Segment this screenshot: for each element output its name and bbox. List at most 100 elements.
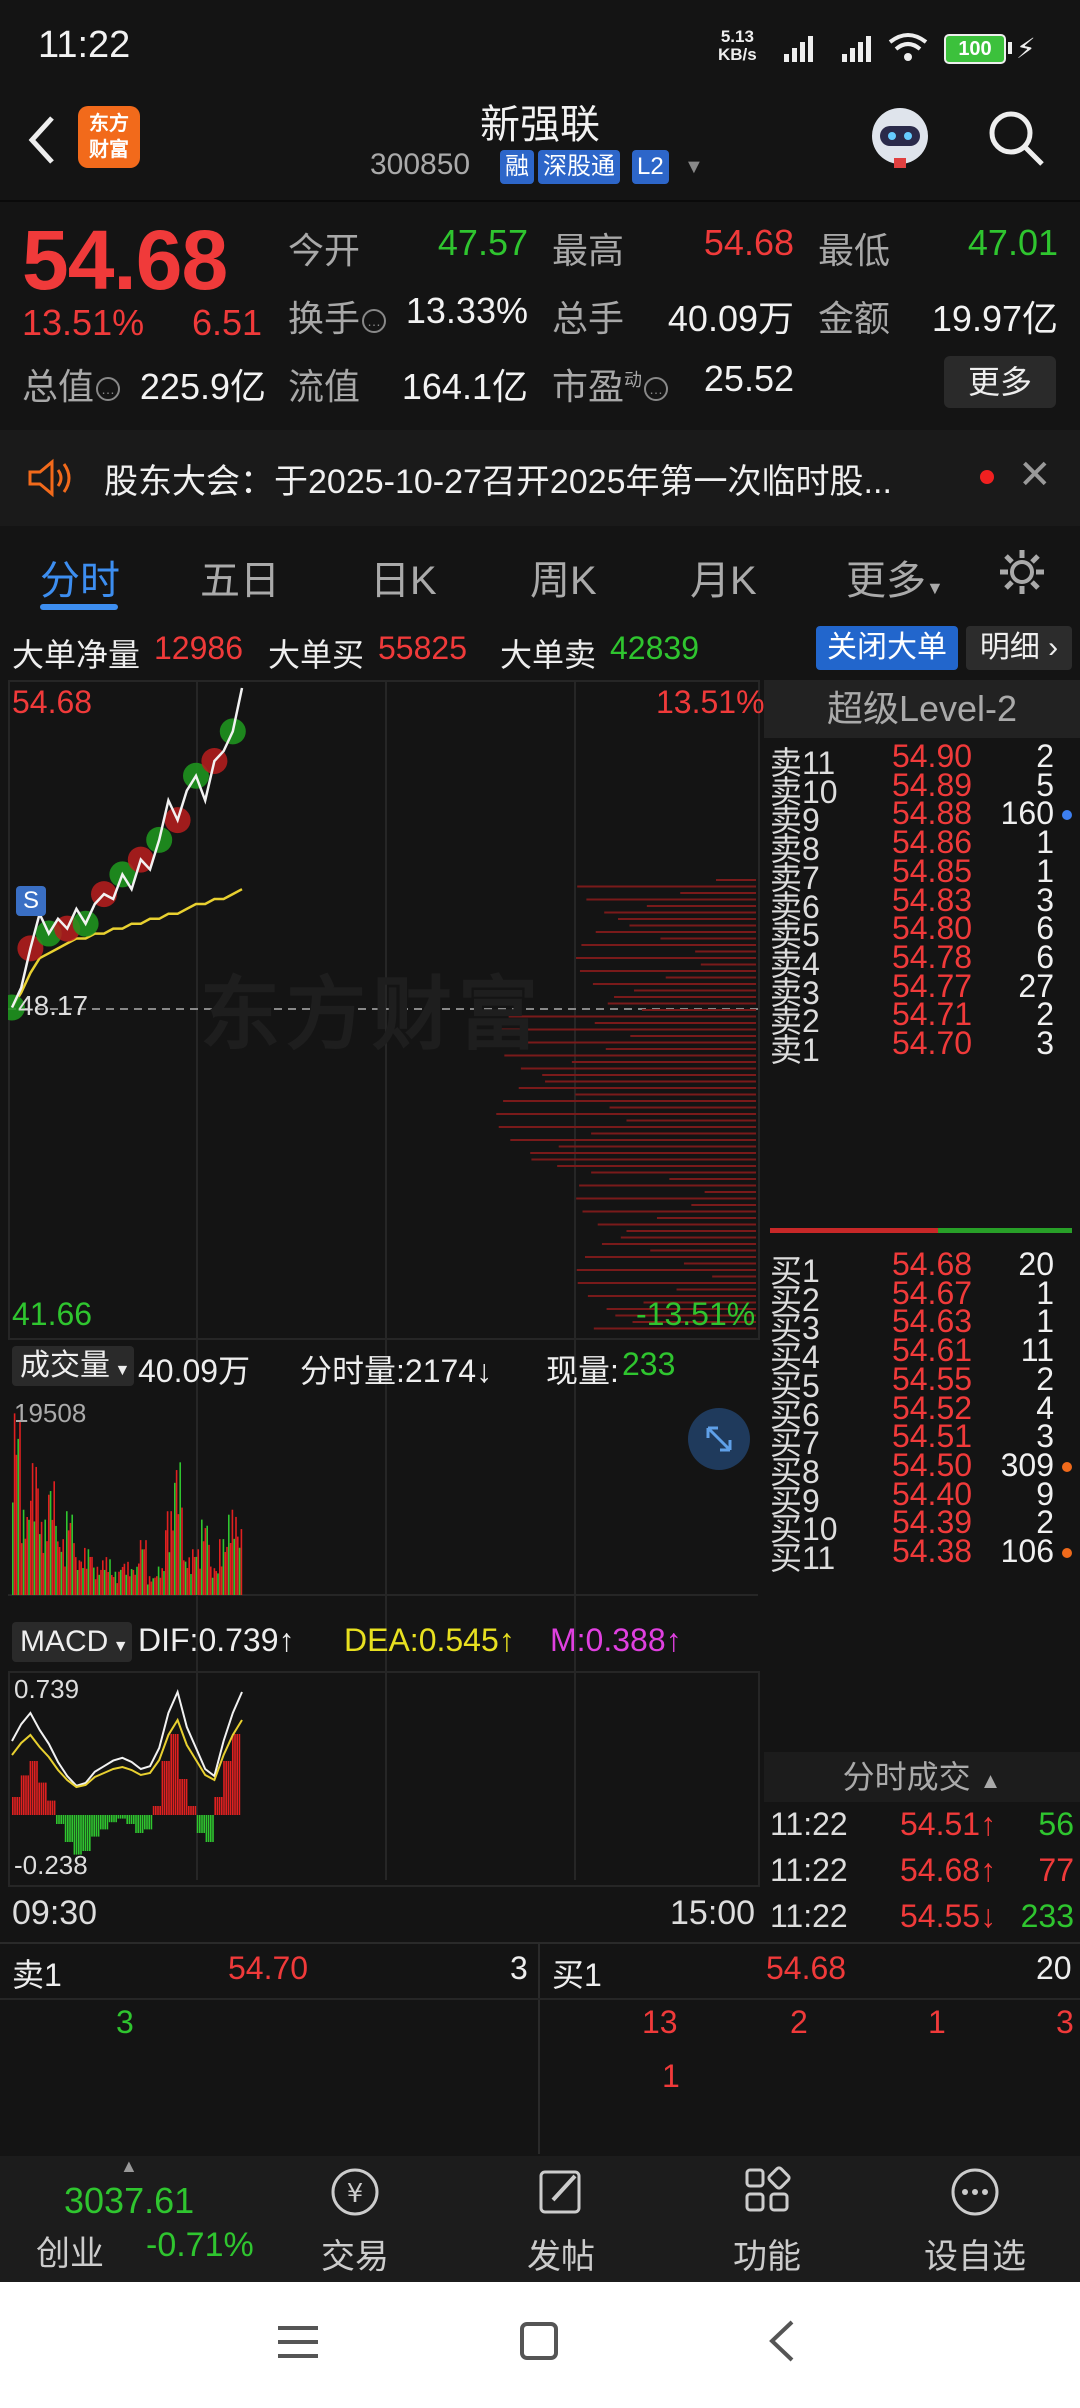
volume-bar bbox=[66, 1511, 68, 1595]
wifi-icon bbox=[888, 33, 928, 61]
close-big-order-button[interactable]: 关闭大单 bbox=[816, 626, 958, 670]
macd-indicator-selector[interactable]: MACD ▼ bbox=[12, 1622, 132, 1662]
add-watchlist-button[interactable]: 设自选 bbox=[910, 2164, 1040, 2278]
volume-bar bbox=[39, 1534, 41, 1595]
time-axis-start: 09:30 bbox=[12, 1894, 98, 1932]
robot-assistant-icon[interactable] bbox=[862, 100, 938, 176]
volume-bar bbox=[120, 1569, 122, 1595]
chevron-down-icon[interactable]: ▼ bbox=[684, 156, 704, 179]
price-axis-low: 41.66 bbox=[12, 1296, 93, 1332]
macd-bar bbox=[210, 1815, 212, 1842]
macd-bar bbox=[190, 1806, 192, 1815]
post-button[interactable]: 发帖 bbox=[496, 2164, 626, 2278]
prev-close-label: 48.17 bbox=[18, 990, 89, 1021]
volume-bar bbox=[28, 1519, 30, 1595]
volume-bar bbox=[105, 1557, 108, 1595]
volume-bar bbox=[13, 1413, 16, 1595]
volume-bar bbox=[229, 1542, 232, 1595]
index-value[interactable]: 3037.61 bbox=[64, 2180, 194, 2222]
volume-indicator-selector[interactable]: 成交量 ▼ bbox=[12, 1346, 134, 1386]
volume-bar bbox=[94, 1579, 97, 1595]
info-icon[interactable]: … bbox=[362, 309, 387, 334]
sell-signal-badge[interactable]: S bbox=[16, 886, 46, 916]
volume-bar bbox=[156, 1576, 158, 1595]
volume-bar bbox=[217, 1573, 219, 1595]
trade-button[interactable]: ¥ 交易 bbox=[290, 2164, 420, 2278]
tab-intraday[interactable]: 分时 bbox=[40, 548, 120, 606]
expand-icon[interactable] bbox=[688, 1408, 750, 1470]
macd-bar bbox=[168, 1761, 170, 1815]
back-nav-icon[interactable] bbox=[762, 2318, 802, 2364]
macd-bar bbox=[141, 1815, 144, 1833]
volume-bar bbox=[71, 1514, 73, 1595]
gear-icon[interactable] bbox=[996, 546, 1048, 598]
volume-bar bbox=[35, 1466, 37, 1595]
queue-sell-volume: 3 bbox=[510, 1950, 528, 1986]
home-icon[interactable] bbox=[518, 2320, 560, 2362]
volume-bar bbox=[67, 1530, 70, 1595]
volume-bar bbox=[237, 1536, 239, 1595]
volume-bar bbox=[139, 1540, 142, 1595]
app-logo-line2: 财富 bbox=[89, 139, 129, 161]
level2-title[interactable]: 超级Level-2 bbox=[764, 680, 1080, 738]
macd-bar bbox=[203, 1815, 205, 1833]
pe-label-text: 市盈 bbox=[552, 366, 625, 407]
volume-bar bbox=[204, 1528, 207, 1595]
trade-volume: 233 bbox=[1020, 1898, 1074, 1934]
signal-icon-2 bbox=[842, 36, 871, 62]
tab-more-label: 更多 bbox=[846, 559, 926, 603]
bid-row[interactable]: 买11 54.38 106 bbox=[768, 1533, 1072, 1577]
volume-bar bbox=[165, 1530, 167, 1595]
volume-bar bbox=[80, 1561, 82, 1595]
volume-bar bbox=[107, 1571, 109, 1595]
detail-button[interactable]: 明细 › bbox=[966, 626, 1072, 670]
volume-bar bbox=[143, 1549, 145, 1595]
index-change[interactable]: -0.71% bbox=[146, 2226, 254, 2265]
volume-bar bbox=[125, 1574, 127, 1595]
close-icon[interactable]: ✕ bbox=[1018, 452, 1052, 498]
volume-bar bbox=[141, 1549, 144, 1595]
volume-bar bbox=[33, 1521, 36, 1595]
trade-time: 11:22 bbox=[770, 1806, 848, 1842]
volume-bar bbox=[100, 1569, 102, 1595]
tab-weekly-k[interactable]: 周K bbox=[530, 548, 597, 606]
macd-bar bbox=[38, 1782, 40, 1815]
network-speed-value: 5.13 bbox=[720, 27, 754, 46]
index-name[interactable]: 创业 bbox=[36, 2226, 104, 2275]
announcement-text[interactable]: 股东大会：于2025-10-27召开2025年第一次临时股... bbox=[104, 454, 954, 503]
macd-pane-frame bbox=[8, 1671, 760, 1887]
float-cap-label: 流值 bbox=[288, 366, 361, 407]
caret-up-icon: ▲ bbox=[979, 1768, 1002, 1793]
macd-bar bbox=[234, 1734, 236, 1815]
tab-five-day[interactable]: 五日 bbox=[200, 548, 280, 606]
more-button[interactable]: 更多 bbox=[944, 356, 1056, 408]
trade-row: 11:22 54.55↓ 233 bbox=[770, 1898, 1074, 1944]
trade-price: 54.51↑ bbox=[900, 1806, 997, 1842]
pct-axis-low: -13.51% bbox=[636, 1296, 756, 1332]
macd-bar bbox=[221, 1797, 223, 1815]
macd-dif-line bbox=[11, 1688, 243, 1787]
function-button[interactable]: 功能 bbox=[702, 2164, 832, 2278]
info-icon[interactable]: … bbox=[96, 377, 121, 402]
volume-bar bbox=[161, 1568, 163, 1595]
trades-title[interactable]: 分时成交 ▲ bbox=[764, 1752, 1080, 1802]
app-logo[interactable]: 东方 财富 bbox=[78, 106, 140, 168]
macd-bar bbox=[91, 1815, 93, 1837]
signal-icon bbox=[784, 36, 813, 62]
tab-more[interactable]: 更多▼ bbox=[846, 548, 944, 606]
macd-bar bbox=[12, 1797, 14, 1815]
volume-bar bbox=[46, 1541, 48, 1595]
volume-total: 40.09万 bbox=[138, 1353, 251, 1389]
large-order-dot bbox=[1062, 1461, 1072, 1472]
volume-bar bbox=[147, 1584, 149, 1595]
ask-row[interactable]: 卖1 54.70 3 bbox=[768, 1025, 1072, 1069]
back-button[interactable] bbox=[18, 104, 68, 174]
trade-label: 交易 bbox=[321, 2238, 389, 2276]
tab-daily-k[interactable]: 日K bbox=[370, 548, 437, 606]
search-icon[interactable] bbox=[984, 106, 1048, 170]
menu-icon[interactable] bbox=[276, 2322, 320, 2362]
macd-bar bbox=[75, 1815, 78, 1855]
tab-monthly-k[interactable]: 月K bbox=[690, 548, 757, 606]
volume-value: 40.09万 bbox=[667, 298, 794, 339]
info-icon[interactable]: … bbox=[644, 377, 669, 402]
